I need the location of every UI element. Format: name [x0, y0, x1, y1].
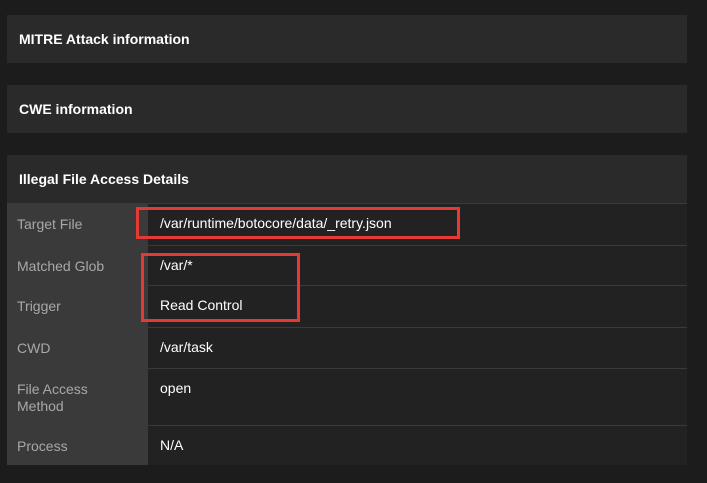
row-label: Trigger — [7, 286, 148, 327]
mitre-attack-panel[interactable]: MITRE Attack information — [7, 15, 687, 63]
row-value: Read Control — [148, 286, 687, 327]
illegal-file-access-header[interactable]: Illegal File Access Details — [7, 155, 687, 203]
row-value: /var/* — [148, 246, 687, 285]
table-row: File Access Method open — [7, 368, 687, 425]
details-table: Target File /var/runtime/botocore/data/_… — [7, 203, 687, 465]
row-label: Target File — [7, 204, 148, 245]
table-row: Trigger Read Control — [7, 285, 687, 327]
page: MITRE Attack information CWE information… — [0, 0, 707, 483]
table-row: Process N/A — [7, 425, 687, 465]
illegal-file-access-panel: Illegal File Access Details Target File … — [7, 155, 687, 465]
cwe-panel[interactable]: CWE information — [7, 85, 687, 133]
mitre-attack-header[interactable]: MITRE Attack information — [7, 15, 687, 63]
row-label: File Access Method — [7, 369, 148, 425]
row-label: CWD — [7, 328, 148, 368]
row-value: N/A — [148, 426, 687, 465]
row-value: /var/task — [148, 328, 687, 368]
table-row: Matched Glob /var/* — [7, 245, 687, 285]
table-row: CWD /var/task — [7, 327, 687, 368]
table-row: Target File /var/runtime/botocore/data/_… — [7, 203, 687, 245]
row-value: /var/runtime/botocore/data/_retry.json — [148, 204, 687, 245]
cwe-header[interactable]: CWE information — [7, 85, 687, 133]
row-label: Process — [7, 426, 148, 465]
row-label: Matched Glob — [7, 246, 148, 285]
row-value: open — [148, 369, 687, 425]
